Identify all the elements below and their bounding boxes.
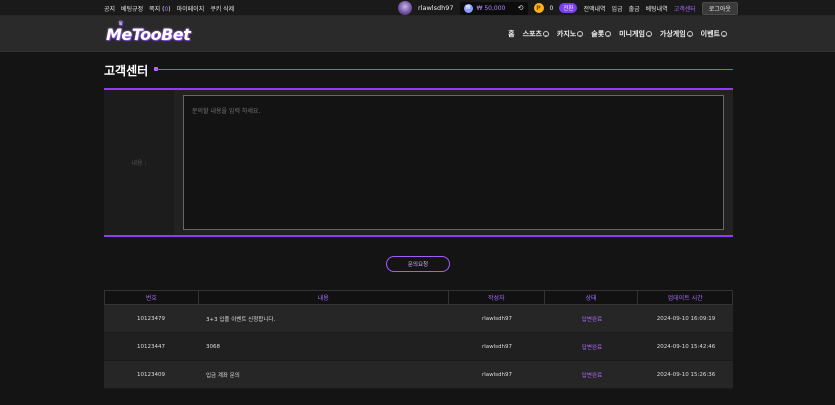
main-nav: 홈 스포츠 ⌄ 카지노 ⌄ 슬롯 ⌄ 미니게임 ⌄ 가상게임 ⌄ 이벤트 ⌄: [508, 16, 727, 52]
table-header: 번호 내용 작성자 상태 업데이트 시간: [104, 290, 733, 305]
row-writer: rlawlsdh97: [481, 343, 513, 350]
nav-casino[interactable]: 카지노 ⌄: [556, 29, 584, 39]
clear-cookies-link[interactable]: 쿠키 삭제: [210, 4, 234, 13]
chevron-down-icon: ⌄: [605, 31, 612, 37]
table-row[interactable]: 10123479 3+3 입플 이벤트 신청합니다. rlawlsdh97 답변…: [104, 305, 733, 333]
betting-rules-link[interactable]: 베팅규정: [121, 4, 143, 13]
top-left-links: 공지 베팅규정 쪽지 (0) 마이페이지 쿠키 삭제: [104, 0, 234, 16]
won-icon: ₩: [463, 3, 473, 13]
inquiry-form: 내용 :: [104, 88, 733, 237]
mypage-link[interactable]: 마이페이지: [177, 4, 205, 13]
row-content: 3068: [206, 343, 220, 350]
balance-value: ₩ 50,000: [476, 4, 506, 12]
chevron-down-icon: ⌄: [645, 31, 652, 37]
row-time: 2024-09-10 15:42:46: [656, 343, 716, 350]
page-title: 고객센터: [104, 64, 149, 78]
top-bar: 공지 베팅규정 쪽지 (0) 마이페이지 쿠키 삭제 rlawlsdh97 ₩ …: [0, 0, 835, 16]
top-right-area: rlawlsdh97 ₩ ₩ 50,000 ⟲ P 0 전환 전액내역 입금 출…: [398, 0, 738, 16]
customer-center-link[interactable]: 고객센터: [674, 4, 696, 13]
title-divider: [156, 69, 733, 70]
crown-icon: ♛: [118, 20, 123, 27]
nav-virtual-label: 가상게임: [659, 30, 686, 38]
avatar: [398, 1, 412, 15]
deposit-link[interactable]: 입금: [612, 4, 623, 13]
nav-event[interactable]: 이벤트 ⌄: [701, 29, 727, 39]
nav-slot-label: 슬롯: [591, 30, 605, 38]
messages-close: ): [168, 5, 171, 13]
row-no: 10123479: [137, 315, 165, 322]
notice-link[interactable]: 공지: [104, 4, 115, 13]
inquiry-textarea[interactable]: [183, 95, 724, 230]
point-icon: P: [533, 3, 544, 13]
bet-history-link[interactable]: 베팅내역: [646, 4, 668, 13]
refresh-icon[interactable]: ⟲: [518, 4, 524, 12]
transaction-history-link[interactable]: 전액내역: [583, 4, 605, 13]
row-writer: rlawlsdh97: [481, 371, 513, 378]
header-time: 업데이트 시간: [667, 295, 703, 302]
row-content: 3+3 입플 이벤트 신청합니다.: [206, 316, 276, 323]
inquiry-table: 번호 내용 작성자 상태 업데이트 시간 10123479 3+3 입플 이벤트…: [104, 290, 733, 389]
chevron-down-icon: ⌄: [721, 31, 727, 37]
nav-slot[interactable]: 슬롯 ⌄: [591, 29, 612, 39]
submit-inquiry-button[interactable]: 문의요청: [386, 256, 450, 272]
nav-casino-label: 카지노: [556, 30, 577, 38]
messages-link[interactable]: 쪽지 (0): [149, 4, 170, 13]
nav-sports[interactable]: 스포츠 ⌄: [523, 29, 549, 39]
main-header: ♛ MeTooBet 홈 스포츠 ⌄ 카지노 ⌄ 슬롯 ⌄ 미니게임 ⌄ 가상게임 ⌄ 이벤…: [0, 16, 835, 52]
row-no: 10123409: [137, 371, 165, 378]
site-logo[interactable]: ♛ MeTooBet: [106, 20, 191, 44]
nav-minigame[interactable]: 미니게임 ⌄: [619, 29, 652, 39]
chevron-down-icon: ⌄: [577, 31, 584, 37]
row-status: 답변완료: [581, 316, 603, 323]
row-time: 2024-09-10 15:26:36: [656, 371, 716, 378]
chevron-down-icon: ⌄: [542, 31, 549, 37]
withdraw-link[interactable]: 출금: [629, 4, 640, 13]
header-writer: 작성자: [449, 291, 545, 304]
row-status: 답변완료: [581, 372, 603, 379]
header-status: 상태: [545, 291, 639, 304]
nav-event-label: 이벤트: [700, 30, 720, 38]
row-time: 2024-09-10 16:09:19: [656, 315, 716, 322]
point-value: 0: [549, 4, 554, 12]
logo-text: MeTooBet: [106, 25, 191, 44]
table-row[interactable]: 10123409 입금 계좌 문의 rlawlsdh97 답변완료 2024-0…: [104, 361, 733, 389]
messages-label: 쪽지 (: [149, 5, 165, 13]
nav-minigame-label: 미니게임: [619, 30, 645, 38]
nav-virtual[interactable]: 가상게임 ⌄: [660, 29, 693, 39]
balance-box: ₩ ₩ 50,000 ⟲: [459, 1, 528, 15]
row-writer: rlawlsdh97: [481, 315, 513, 322]
row-content: 입금 계좌 문의: [206, 372, 240, 379]
table-row[interactable]: 10123447 3068 rlawlsdh97 답변완료 2024-09-10…: [104, 333, 733, 361]
content-label: 내용 :: [104, 90, 174, 235]
header-content: 내용: [199, 291, 449, 304]
nav-sports-label: 스포츠: [522, 30, 542, 38]
row-no: 10123447: [137, 343, 165, 350]
logout-button[interactable]: 로그아웃: [701, 1, 738, 15]
username: rlawlsdh97: [418, 4, 454, 12]
chevron-down-icon: ⌄: [686, 31, 693, 37]
row-status: 답변완료: [581, 344, 603, 351]
table-body: 10123479 3+3 입플 이벤트 신청합니다. rlawlsdh97 답변…: [104, 305, 733, 389]
nav-home[interactable]: 홈: [508, 29, 514, 39]
header-no: 번호: [105, 291, 199, 304]
convert-button[interactable]: 전환: [559, 3, 578, 13]
